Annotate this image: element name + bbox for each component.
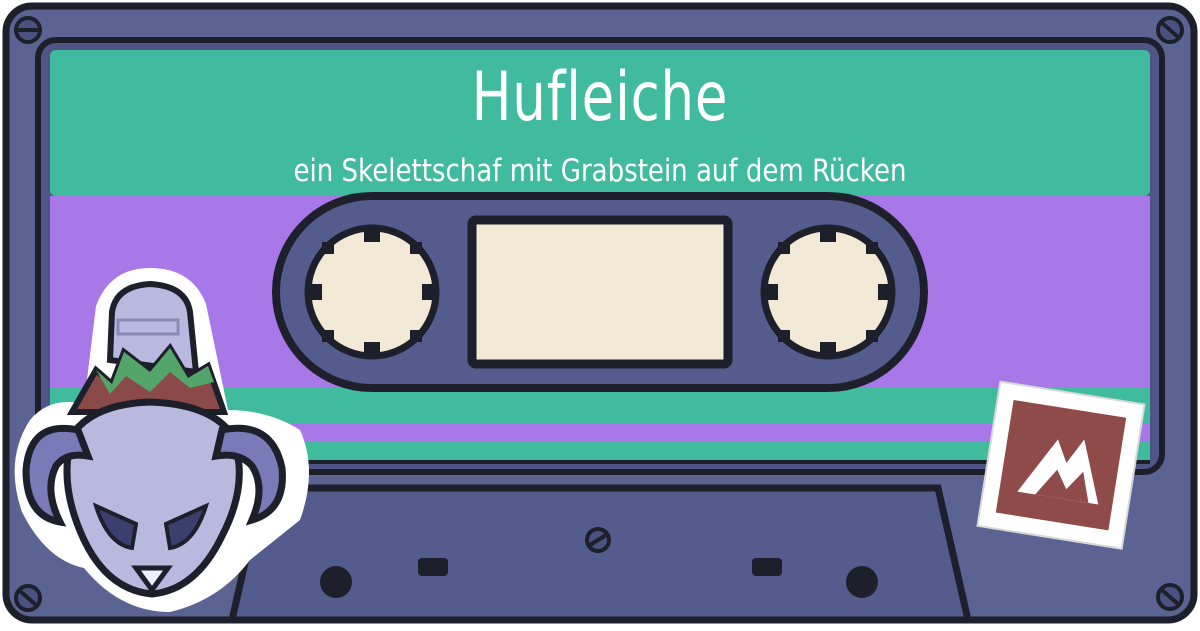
- tape-slot: [418, 558, 448, 576]
- screw-icon: [1156, 583, 1184, 611]
- left-reel-icon: [304, 224, 440, 360]
- tape-hole: [846, 566, 878, 598]
- tape-hole: [320, 566, 352, 598]
- cassette-title: Hufleiche: [471, 58, 729, 137]
- screw-icon: [14, 16, 42, 44]
- right-reel-icon: [760, 224, 896, 360]
- tape-window: [467, 215, 733, 369]
- mountain-badge-icon: [976, 380, 1146, 550]
- tape-slot: [752, 558, 782, 576]
- cassette-subtitle: ein Skelettschaf mit Grabstein auf dem R…: [293, 153, 907, 189]
- screw-icon: [1156, 16, 1184, 44]
- cassette-banner: Hufleiche ein Skelettschaf mit Grabstein…: [0, 0, 1200, 627]
- tape-head-panel: [227, 484, 973, 624]
- screw-icon: [585, 527, 611, 553]
- screw-icon: [14, 584, 42, 612]
